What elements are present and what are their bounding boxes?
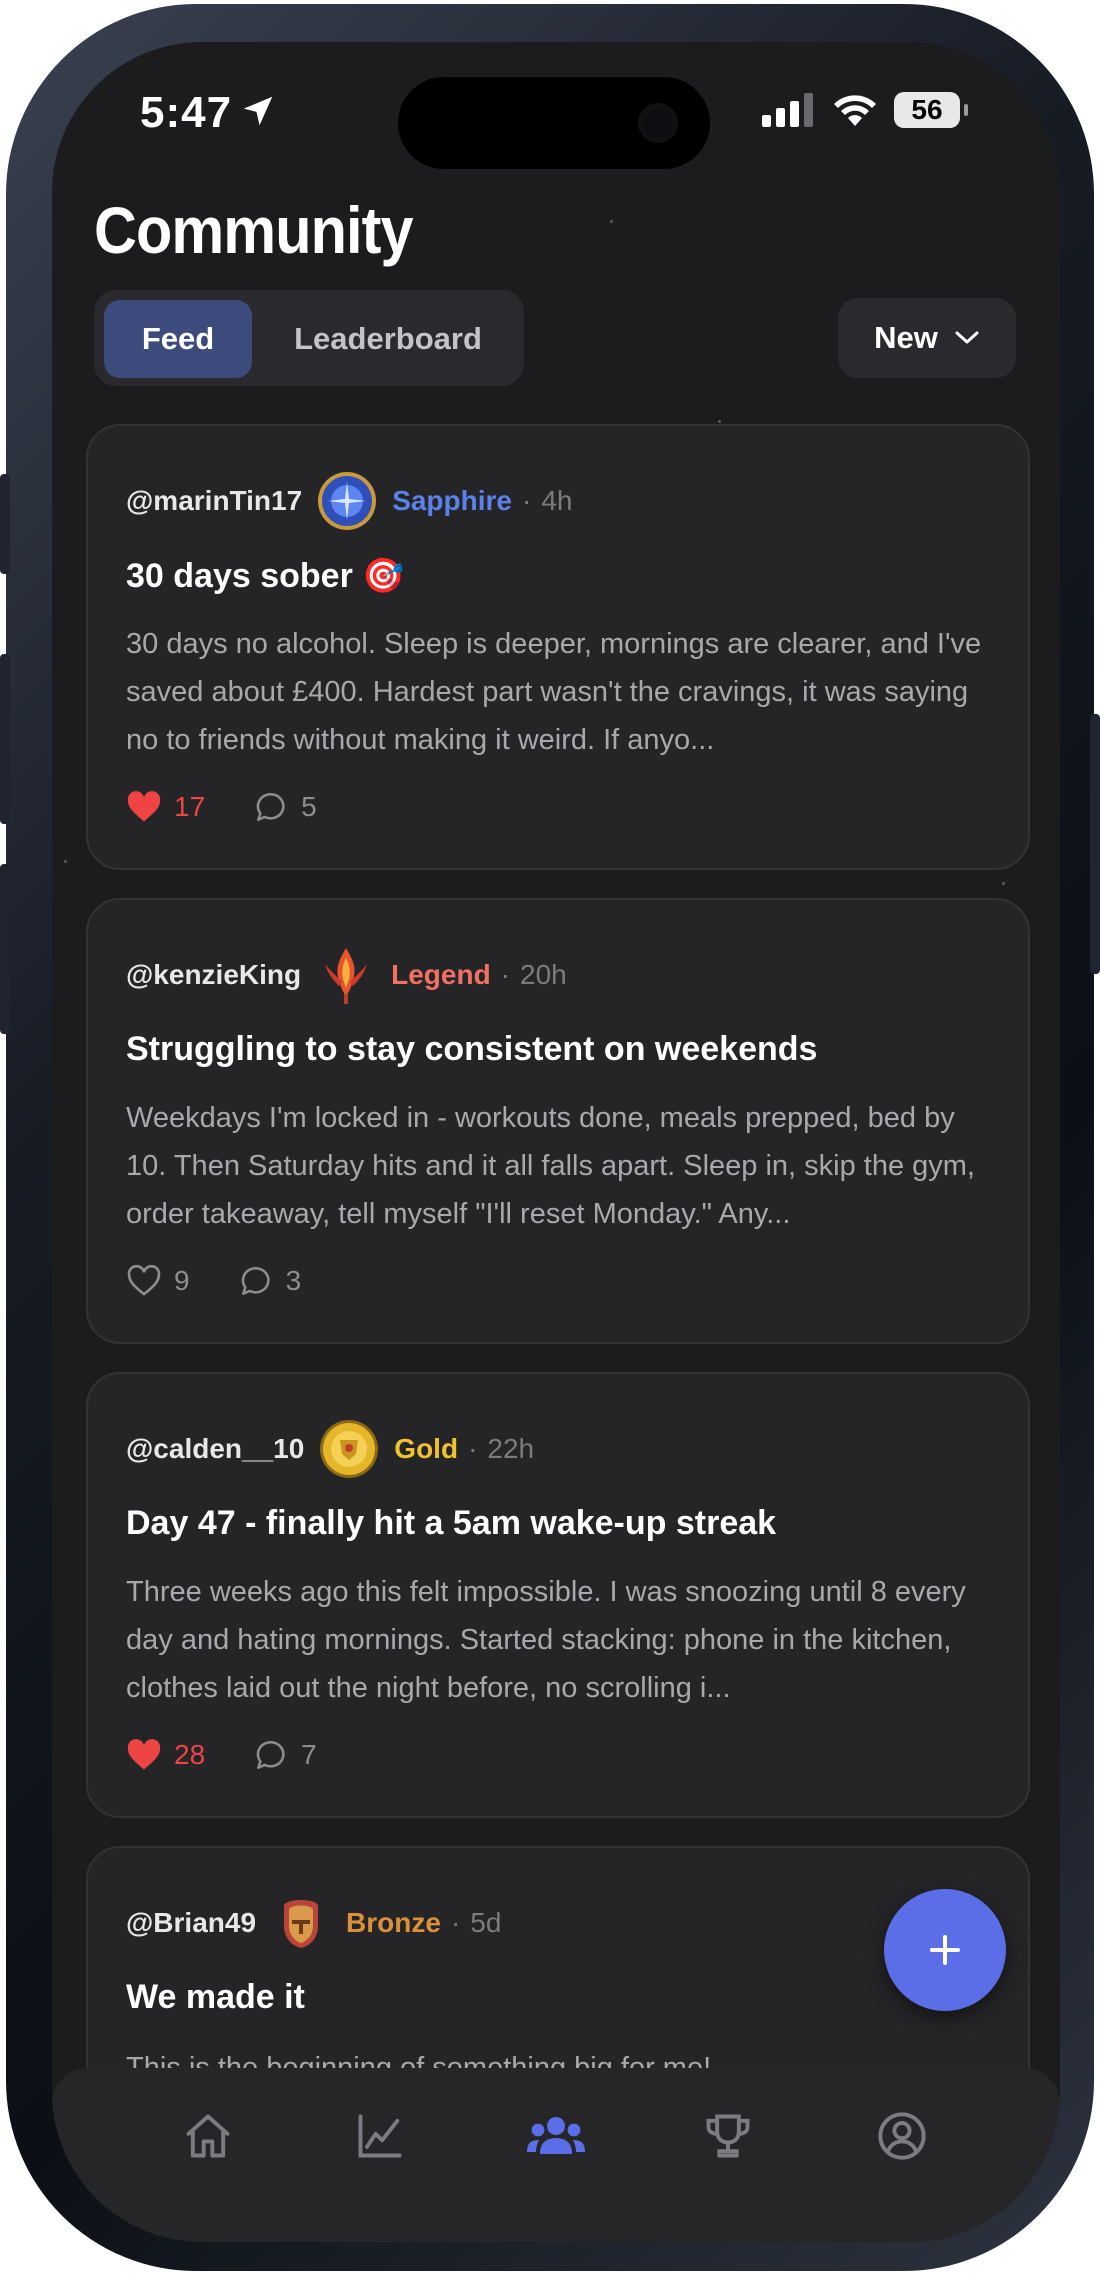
bottom-tab-bar [52,2068,1060,2242]
comment-icon [241,1266,270,1296]
post-actions: 28 7 [126,1738,365,1772]
heart-filled-icon [127,1739,161,1770]
post-title: 30 days sober 🎯 [126,557,405,595]
power-button [1090,714,1100,974]
like-button[interactable]: 28 [126,1739,205,1771]
tab-community[interactable] [524,2104,588,2168]
chevron-down-icon [955,331,979,344]
like-button[interactable]: 17 [126,791,205,823]
like-button[interactable]: 9 [126,1265,190,1297]
post-title: We made it [126,1978,305,2016]
post-meta: @Brian49 Bronze · 5d [126,1890,501,1956]
chart-icon [358,2114,402,2158]
post-author[interactable]: @calden__10 [126,1433,304,1465]
like-count: 17 [174,791,206,822]
tab-progress[interactable] [348,2104,412,2168]
like-count: 28 [174,1739,206,1770]
post-card[interactable]: @marinTin17 Sapphire · 4h 30 days sober … [86,424,1030,870]
heart-filled-icon [127,791,161,822]
post-actions: 9 3 [126,1264,349,1298]
post-meta: @calden__10 Gold · 22h [126,1416,534,1482]
action-button [0,474,10,574]
comment-count: 5 [301,791,317,822]
separator-dot: · [468,1433,478,1464]
phone-frame: 5:47 56 Community Feed Leaderboard New @… [0,4,1100,2271]
post-body: Three weeks ago this felt impossible. I … [126,1576,966,1704]
tab-profile[interactable] [870,2104,934,2168]
sapphire-badge-icon [318,472,377,530]
separator-dot: · [450,1907,461,1938]
comment-button[interactable]: 7 [253,1738,317,1772]
sort-dropdown[interactable]: New [838,298,1016,378]
separator-dot: · [500,959,510,990]
comment-count: 7 [301,1739,317,1770]
like-count: 9 [174,1265,190,1296]
comment-button[interactable]: 3 [238,1264,302,1298]
bronze-badge-icon [284,1900,319,1948]
profile-icon [878,2112,926,2160]
legend-badge-icon [325,948,368,1004]
tab-leaderboard[interactable]: Leaderboard [262,300,514,378]
post-tier: Bronze [346,1907,441,1938]
post-actions: 17 5 [126,790,365,824]
page-title: Community [94,193,414,267]
sort-label: New [874,320,938,355]
heart-outline-icon [127,1265,161,1296]
post-age: 20h [520,959,567,990]
tab-home[interactable] [176,2104,240,2168]
status-time: 5:47 [140,88,233,137]
camera-icon [638,103,678,143]
comment-icon [256,1740,285,1770]
post-body: Weekdays I'm locked in - workouts done, … [126,1102,975,1230]
app-screen: 5:47 56 Community Feed Leaderboard New @… [52,42,1060,2242]
post-title: Struggling to stay consistent on weekend… [126,1030,818,1068]
post-author[interactable]: @Brian49 [126,1907,256,1939]
gold-badge-icon [320,1420,379,1478]
dynamic-island [398,77,710,169]
tab-feed[interactable]: Feed [104,300,252,378]
view-switcher: Feed Leaderboard [94,290,524,386]
post-tier: Gold [394,1433,459,1464]
separator-dot: · [522,485,532,516]
volume-up-button [0,654,10,824]
post-meta: @marinTin17 Sapphire · 4h [126,468,572,534]
community-icon [527,2117,585,2154]
plus-icon [930,1935,960,1965]
post-card[interactable]: @calden__10 Gold · 22h Day 47 - finally … [86,1372,1030,1818]
status-indicators: 56 [762,92,968,128]
comment-button[interactable]: 5 [253,790,317,824]
wifi-icon [834,95,876,126]
trophy-icon [706,2114,750,2158]
post-age: 4h [541,485,573,516]
post-body: 30 days no alcohol. Sleep is deeper, mor… [126,628,982,756]
post-author[interactable]: @kenzieKing [126,959,301,991]
post-meta: @kenzieKing Legend · 20h [126,942,567,1008]
post-author[interactable]: @marinTin17 [126,485,302,517]
post-title: Day 47 - finally hit a 5am wake-up strea… [126,1504,777,1542]
comment-count: 3 [285,1265,302,1296]
post-age: 5d [470,1907,502,1938]
post-age: 22h [487,1433,535,1464]
battery-indicator: 56 [894,92,968,128]
tab-achievements[interactable] [696,2104,760,2168]
post-tier: Sapphire [392,485,512,516]
comment-icon [256,792,285,822]
post-tier: Legend [391,959,491,990]
new-post-button[interactable] [884,1889,1006,2011]
location-arrow-icon [243,96,273,126]
home-icon [186,2114,230,2158]
post-card[interactable]: @kenzieKing Legend · 20h Struggling to s… [86,898,1030,1344]
volume-down-button [0,864,10,1034]
cellular-signal-icon [762,93,813,127]
